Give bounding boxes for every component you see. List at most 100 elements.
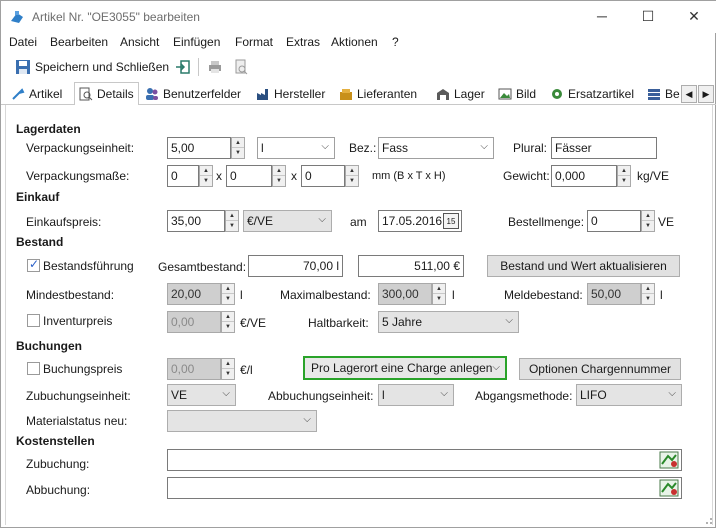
spin-down-icon: ▼	[225, 296, 231, 302]
meldebestand-input[interactable]: 50,00	[587, 283, 641, 305]
gewicht-stepper[interactable]: ▲ ▼	[617, 165, 631, 187]
verpackung-unit-value: l	[261, 141, 264, 155]
kostenstelle-zubuchung-input[interactable]	[167, 449, 682, 471]
label-buchungspreis-unit: €/l	[240, 363, 253, 377]
bestellmenge-stepper[interactable]: ▲ ▼	[641, 210, 655, 232]
inventurpreis-input[interactable]: 0,00	[167, 311, 221, 333]
tab-more[interactable]: Be	[643, 83, 684, 105]
einkauf-unit-select[interactable]: €/VE ⌵	[243, 210, 332, 232]
einkauf-unit-value: €/VE	[247, 214, 274, 228]
close-button[interactable]: ✕	[671, 1, 716, 31]
zubuchungseinheit-select[interactable]: VE ⌵	[167, 384, 236, 406]
label-gesamtbestand: Gesamtbestand:	[158, 260, 247, 274]
tab-scroll-left[interactable]: ◀	[681, 85, 697, 103]
tab-lager-label: Lager	[454, 87, 485, 101]
gewicht-input[interactable]: 0,000	[551, 165, 617, 187]
minimize-button[interactable]: ─	[579, 1, 625, 31]
plural-input[interactable]: Fässer	[551, 137, 657, 159]
tab-lieferanten[interactable]: Lieferanten	[335, 83, 421, 105]
print-preview-button[interactable]	[233, 55, 249, 79]
abgangsmethode-value: LIFO	[580, 388, 607, 402]
label-kostenstelle-zubuchung: Zubuchung:	[26, 457, 90, 471]
masse-tiefe-stepper[interactable]: ▲ ▼	[272, 165, 286, 187]
buchungspreis-checkbox[interactable]	[27, 362, 40, 375]
bestellmenge-input[interactable]: 0	[587, 210, 641, 232]
pick-cost-center-icon[interactable]	[659, 451, 679, 469]
gesamtbestand-wert: 511,00 €	[358, 255, 464, 277]
tab-benutzerfelder[interactable]: Benutzerfelder	[141, 83, 245, 105]
masse-hoehe-stepper[interactable]: ▲ ▼	[345, 165, 359, 187]
spin-up-icon: ▲	[346, 166, 358, 176]
bez-select[interactable]: Fass ⌵	[378, 137, 494, 159]
kostenstelle-abbuchung-input[interactable]	[167, 477, 682, 499]
einkaufspreis-stepper[interactable]: ▲ ▼	[225, 210, 239, 232]
bestandsfuehrung-checkbox[interactable]	[27, 257, 40, 272]
label-bestellmenge-unit: VE	[658, 215, 675, 229]
chevron-down-icon: ⌵	[222, 388, 230, 399]
masse-breite-input[interactable]: 0	[167, 165, 199, 187]
resize-grip[interactable]	[701, 513, 713, 525]
menu-format[interactable]: Format	[235, 35, 273, 49]
menu-aktionen[interactable]: Aktionen	[331, 35, 378, 49]
exit-button[interactable]	[175, 55, 191, 79]
abgangsmethode-select[interactable]: LIFO ⌵	[576, 384, 682, 406]
masse-breite-stepper[interactable]: ▲ ▼	[199, 165, 213, 187]
inventurpreis-stepper[interactable]: ▲ ▼	[221, 311, 235, 333]
chevron-down-icon: ⌵	[505, 315, 513, 326]
menu-datei[interactable]: Datei	[9, 35, 37, 49]
menu-extras[interactable]: Extras	[286, 35, 320, 49]
print-button[interactable]	[207, 55, 223, 79]
maximalbestand-stepper[interactable]: ▲ ▼	[432, 283, 446, 305]
spin-down-icon: ▼	[621, 178, 627, 184]
label-abbuchungseinheit: Abbuchungseinheit:	[268, 389, 374, 403]
pick-cost-center-icon[interactable]	[659, 479, 679, 497]
buchungspreis-stepper[interactable]: ▲ ▼	[221, 358, 235, 380]
materialstatus-select[interactable]: ⌵	[167, 410, 317, 432]
image-icon	[498, 88, 512, 100]
buchungspreis-input[interactable]: 0,00	[167, 358, 221, 380]
chevron-right-icon: ▶	[702, 88, 710, 99]
bestand-aktualisieren-button[interactable]: Bestand und Wert aktualisieren	[487, 255, 680, 277]
tab-details[interactable]: Details	[74, 82, 139, 106]
mindestbestand-stepper[interactable]: ▲ ▼	[221, 283, 235, 305]
inventurpreis-checkbox[interactable]	[27, 314, 40, 327]
tab-bild[interactable]: Bild	[494, 83, 540, 105]
charge-select[interactable]: Pro Lagerort eine Charge anlegen ⌵	[303, 356, 507, 380]
label-verpackungsmasse: Verpackungsmaße:	[26, 169, 130, 183]
spin-down-icon: ▼	[276, 178, 282, 184]
einkauf-date-input[interactable]: 17.05.2016 15	[378, 210, 462, 232]
tab-lager[interactable]: Lager	[432, 83, 489, 105]
maximize-button[interactable]: ☐	[625, 1, 671, 31]
masse-hoehe-input[interactable]: 0	[301, 165, 345, 187]
close-icon: ✕	[688, 7, 700, 24]
mindestbestand-input[interactable]: 20,00	[167, 283, 221, 305]
haltbarkeit-select[interactable]: 5 Jahre ⌵	[378, 311, 519, 333]
meldebestand-stepper[interactable]: ▲ ▼	[641, 283, 655, 305]
verpackung-unit-select[interactable]: l ⌵	[257, 137, 335, 159]
abbuchungseinheit-select[interactable]: l ⌵	[378, 384, 454, 406]
save-close-button[interactable]: Speichern und Schließen	[15, 55, 170, 79]
title-bar: Artikel Nr. "OE3055" bearbeiten ─ ☐ ✕	[1, 1, 716, 33]
chevron-left-icon: ◀	[685, 88, 693, 99]
menu-ansicht[interactable]: Ansicht	[120, 35, 159, 49]
tab-bar: Artikel Details Benutzerfelder Herstelle…	[1, 82, 716, 106]
verpackungseinheit-stepper[interactable]: ▲ ▼	[231, 137, 245, 159]
spin-up-icon: ▲	[200, 166, 212, 176]
maximalbestand-input[interactable]: 300,00	[378, 283, 432, 305]
calendar-icon[interactable]: 15	[443, 213, 459, 229]
section-buchungen: Buchungen	[16, 339, 82, 353]
masse-tiefe-input[interactable]: 0	[226, 165, 272, 187]
optionen-chargennummer-button[interactable]: Optionen Chargennummer	[519, 358, 681, 380]
menu-help[interactable]: ?	[392, 35, 399, 49]
tab-ersatzartikel[interactable]: Ersatzartikel	[546, 83, 638, 105]
charge-value: Pro Lagerort eine Charge anlegen	[311, 361, 493, 375]
verpackungseinheit-input[interactable]: 5,00	[167, 137, 231, 159]
einkaufspreis-input[interactable]: 35,00	[167, 210, 225, 232]
menu-einfuegen[interactable]: Einfügen	[173, 35, 220, 49]
menu-bearbeiten[interactable]: Bearbeiten	[50, 35, 108, 49]
tab-bild-label: Bild	[516, 87, 537, 101]
tab-hersteller[interactable]: Hersteller	[252, 83, 329, 105]
tab-artikel[interactable]: Artikel	[7, 83, 66, 105]
tab-ersatzartikel-label: Ersatzartikel	[568, 87, 635, 101]
tab-scroll-right[interactable]: ▶	[698, 85, 714, 103]
